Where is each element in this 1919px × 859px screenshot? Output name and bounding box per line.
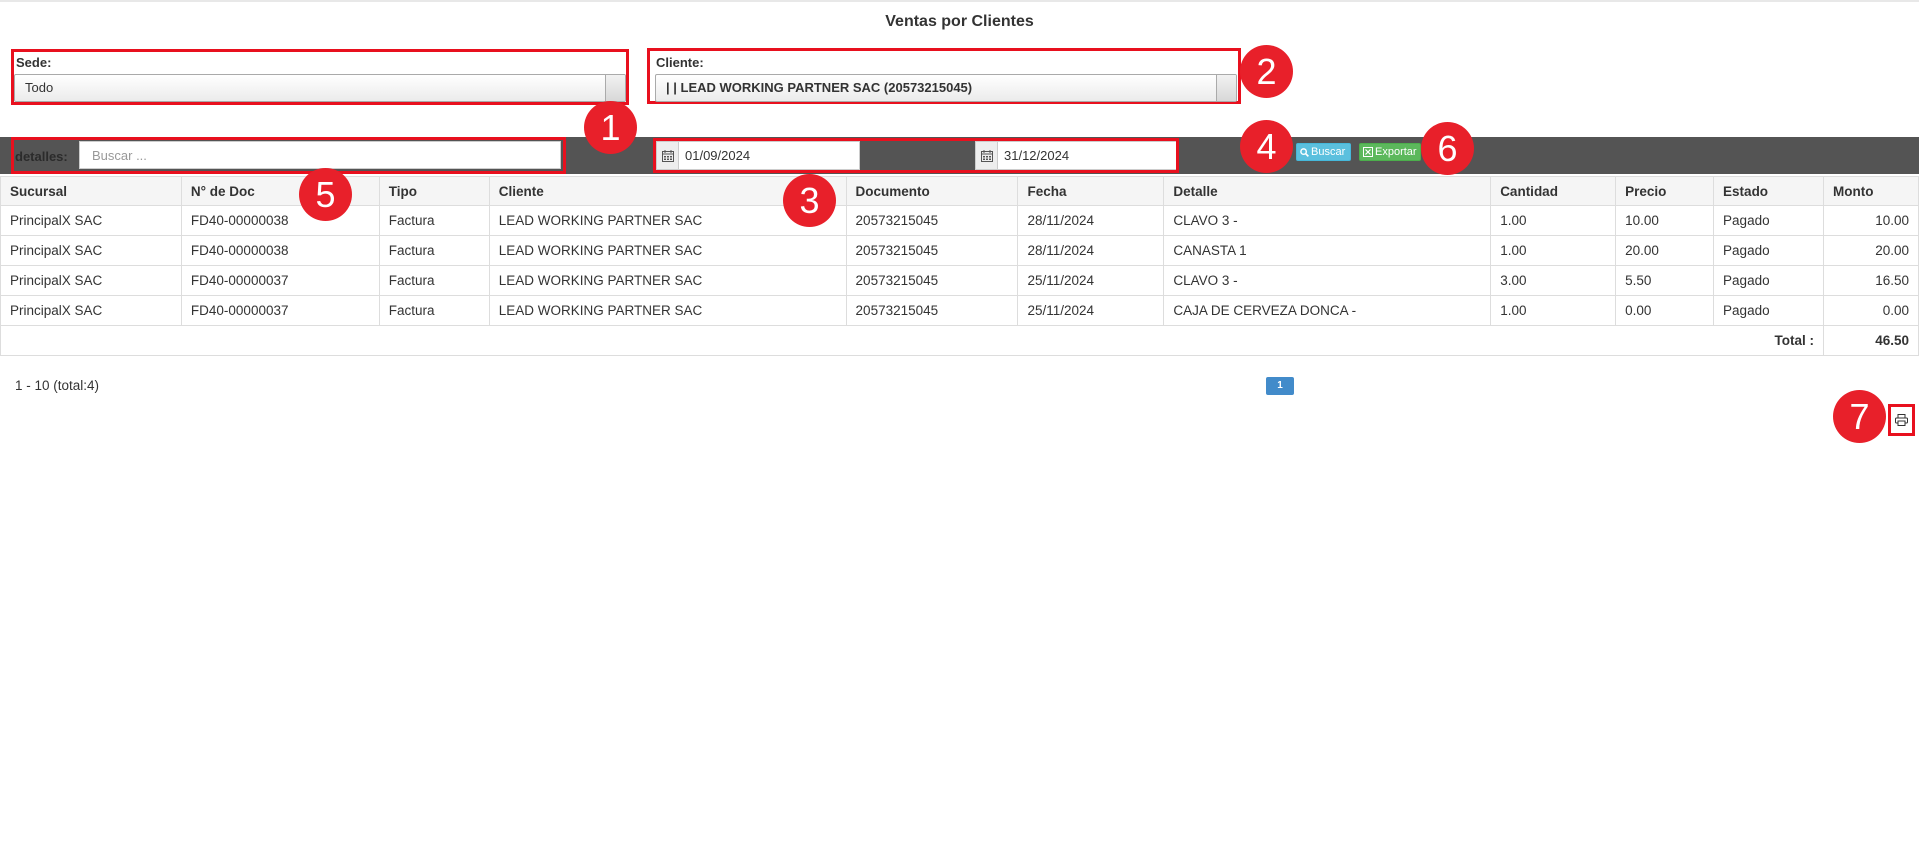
print-icon <box>1895 414 1908 426</box>
cell-monto: 0.00 <box>1822 295 1919 326</box>
select-arrow <box>605 75 625 101</box>
cell-documento: 20573215045 <box>845 295 1019 326</box>
table-header-row: Sucursal N° de Doc Tipo Cliente Document… <box>0 176 1919 206</box>
pagination-info: 1 - 10 (total:4) <box>15 378 100 393</box>
cell-cliente: LEAD WORKING PARTNER SAC <box>488 265 847 296</box>
cell-tipo: Factura <box>378 235 490 266</box>
column-header-fecha[interactable]: Fecha <box>1017 176 1165 206</box>
cell-tipo: Factura <box>378 295 490 326</box>
column-header-cantidad[interactable]: Cantidad <box>1490 176 1617 206</box>
cell-estado: Pagado <box>1713 265 1824 296</box>
cell-fecha: 28/11/2024 <box>1017 205 1165 236</box>
cell-ndoc: FD40-00000037 <box>180 295 380 326</box>
top-border <box>0 0 1919 2</box>
sales-table: Sucursal N° de Doc Tipo Cliente Document… <box>0 176 1919 356</box>
cell-detalle: CLAVO 3 - <box>1163 265 1492 296</box>
cell-precio: 20.00 <box>1615 235 1715 266</box>
sede-select[interactable]: Todo <box>14 74 626 102</box>
cell-estado: Pagado <box>1713 295 1824 326</box>
table-row[interactable]: PrincipalX SAC FD40-00000038 Factura LEA… <box>0 235 1919 266</box>
cell-detalle: CANASTA 1 <box>1163 235 1492 266</box>
search-icon <box>1300 147 1309 157</box>
cliente-label: Cliente: <box>656 55 704 70</box>
cell-cantidad: 3.00 <box>1490 265 1617 296</box>
cell-cantidad: 1.00 <box>1490 235 1617 266</box>
total-row: Total : 46.50 <box>0 325 1919 356</box>
callout-6: 6 <box>1421 122 1474 175</box>
excel-icon <box>1363 147 1373 157</box>
cell-cliente: LEAD WORKING PARTNER SAC <box>488 295 847 326</box>
cliente-select-value: | | LEAD WORKING PARTNER SAC (2057321504… <box>666 80 973 95</box>
cell-monto: 10.00 <box>1822 205 1919 236</box>
callout-5: 5 <box>299 168 352 221</box>
cell-documento: 20573215045 <box>845 205 1019 236</box>
cell-cantidad: 1.00 <box>1490 295 1617 326</box>
cell-detalle: CAJA DE CERVEZA DONCA - <box>1163 295 1492 326</box>
total-value: 46.50 <box>1822 325 1919 356</box>
cell-precio: 0.00 <box>1615 295 1715 326</box>
total-label: Total : <box>0 325 1824 356</box>
cell-detalle: CLAVO 3 - <box>1163 205 1492 236</box>
sede-label: Sede: <box>16 55 52 70</box>
cell-documento: 20573215045 <box>845 235 1019 266</box>
cell-monto: 20.00 <box>1822 235 1919 266</box>
cell-precio: 5.50 <box>1615 265 1715 296</box>
column-header-detalle[interactable]: Detalle <box>1163 176 1492 206</box>
cell-documento: 20573215045 <box>845 265 1019 296</box>
cell-ndoc: FD40-00000038 <box>180 235 380 266</box>
cell-fecha: 28/11/2024 <box>1017 235 1165 266</box>
page-button-current[interactable]: 1 <box>1266 377 1294 395</box>
column-header-documento[interactable]: Documento <box>845 176 1019 206</box>
highlight-box-search <box>11 137 566 174</box>
column-header-precio[interactable]: Precio <box>1615 176 1715 206</box>
cliente-select[interactable]: | | LEAD WORKING PARTNER SAC (2057321504… <box>655 74 1237 102</box>
column-header-estado[interactable]: Estado <box>1713 176 1824 206</box>
callout-3: 3 <box>783 174 836 227</box>
column-header-tipo[interactable]: Tipo <box>378 176 490 206</box>
table-row[interactable]: PrincipalX SAC FD40-00000037 Factura LEA… <box>0 265 1919 296</box>
column-header-sucursal[interactable]: Sucursal <box>0 176 182 206</box>
callout-2: 2 <box>1240 45 1293 98</box>
select-arrow <box>1216 75 1236 101</box>
buscar-button[interactable]: Buscar <box>1296 143 1351 161</box>
buscar-label: Buscar <box>1311 146 1346 158</box>
table-row[interactable]: PrincipalX SAC FD40-00000038 Factura LEA… <box>0 205 1919 236</box>
cell-sucursal: PrincipalX SAC <box>0 235 182 266</box>
callout-7: 7 <box>1833 390 1886 443</box>
cell-cantidad: 1.00 <box>1490 205 1617 236</box>
highlight-box-dates <box>653 138 1179 173</box>
cell-cliente: LEAD WORKING PARTNER SAC <box>488 235 847 266</box>
cell-fecha: 25/11/2024 <box>1017 265 1165 296</box>
cell-tipo: Factura <box>378 265 490 296</box>
callout-4: 4 <box>1240 120 1293 173</box>
callout-1: 1 <box>584 101 637 154</box>
exportar-button[interactable]: Exportar <box>1359 143 1421 161</box>
table-row[interactable]: PrincipalX SAC FD40-00000037 Factura LEA… <box>0 295 1919 326</box>
cell-sucursal: PrincipalX SAC <box>0 265 182 296</box>
cell-precio: 10.00 <box>1615 205 1715 236</box>
cell-estado: Pagado <box>1713 235 1824 266</box>
exportar-label: Exportar <box>1375 146 1417 158</box>
cell-estado: Pagado <box>1713 205 1824 236</box>
cell-tipo: Factura <box>378 205 490 236</box>
cell-ndoc: FD40-00000037 <box>180 265 380 296</box>
column-header-monto[interactable]: Monto <box>1822 176 1919 206</box>
cell-fecha: 25/11/2024 <box>1017 295 1165 326</box>
cell-sucursal: PrincipalX SAC <box>0 205 182 236</box>
cell-sucursal: PrincipalX SAC <box>0 295 182 326</box>
print-button[interactable] <box>1888 404 1915 436</box>
cell-monto: 16.50 <box>1822 265 1919 296</box>
cell-ndoc: FD40-00000038 <box>180 205 380 236</box>
sede-select-value: Todo <box>25 80 54 95</box>
page-title: Ventas por Clientes <box>885 13 1034 30</box>
